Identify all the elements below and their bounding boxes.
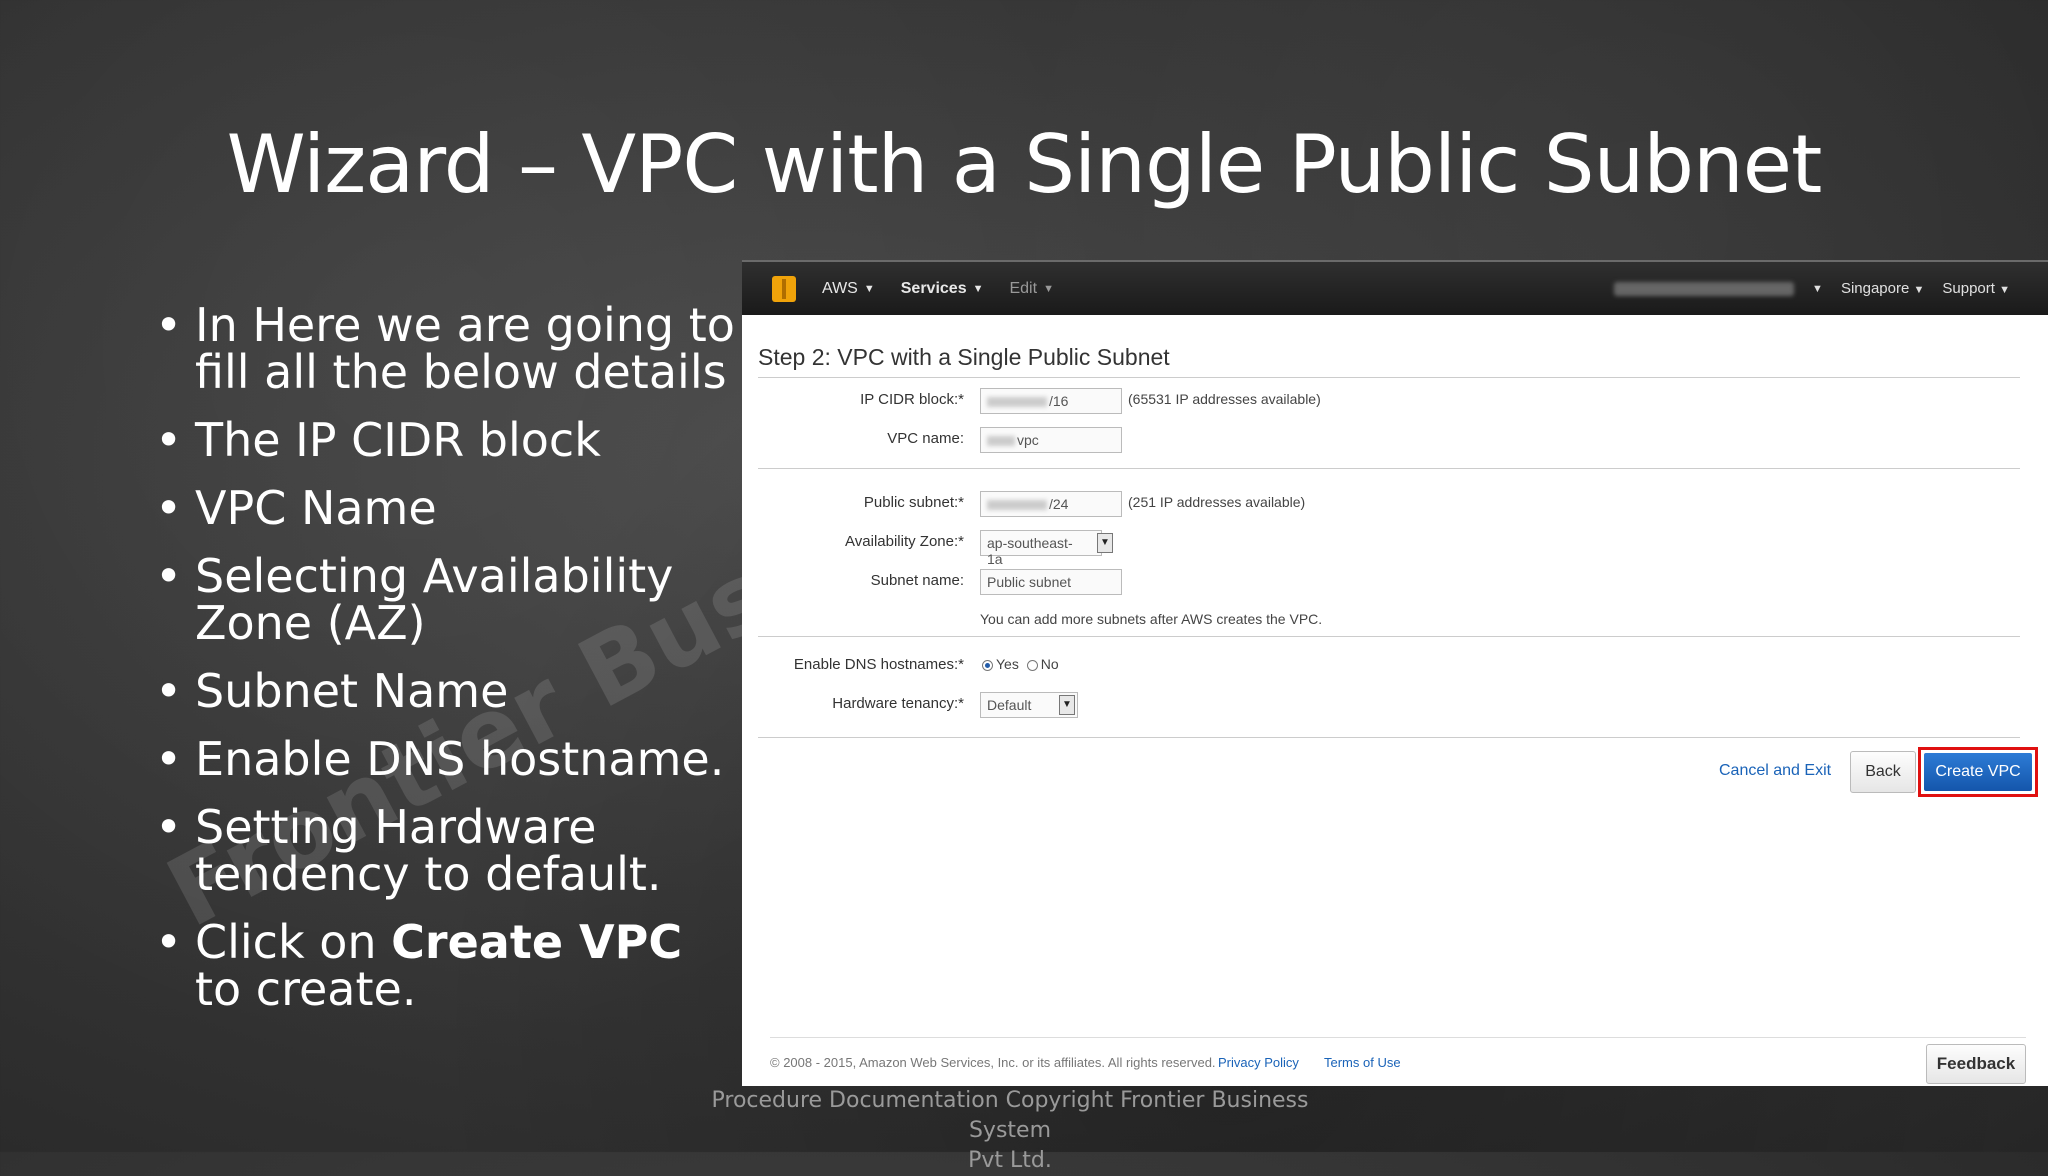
bullet-bold-text: Create VPC bbox=[391, 915, 683, 969]
blurred-value bbox=[987, 500, 1047, 511]
cidr-input[interactable]: /16 bbox=[980, 388, 1122, 414]
chevron-down-icon: ▼ bbox=[863, 282, 875, 295]
cidr-row: IP CIDR block:* /16 (65531 IP addresses … bbox=[758, 382, 2032, 421]
public-subnet-hint: (251 IP addresses available) bbox=[1128, 494, 1306, 510]
dns-no-radio[interactable] bbox=[1026, 659, 1038, 671]
subnet-name-row: Subnet name: Public subnet bbox=[758, 563, 2032, 602]
slide-footer: Procedure Documentation Copyright Fronti… bbox=[680, 1086, 1340, 1176]
vpc-name-label: VPC name: bbox=[887, 430, 964, 447]
create-vpc-button[interactable]: Create VPC bbox=[1924, 753, 2032, 791]
terms-of-use-link[interactable]: Terms of Use bbox=[1324, 1055, 1401, 1070]
bullet-item-create: Click on Create VPC to create. bbox=[155, 919, 735, 1013]
aws-cube-icon[interactable] bbox=[772, 275, 796, 302]
dns-yes-radio[interactable] bbox=[982, 659, 993, 671]
feedback-button[interactable]: Feedback bbox=[1926, 1044, 2026, 1084]
public-subnet-row: Public subnet:* /24 (251 IP addresses av… bbox=[758, 485, 2032, 524]
edit-menu-label: Edit bbox=[1009, 279, 1038, 297]
cancel-and-exit-link[interactable]: Cancel and Exit bbox=[1719, 762, 1831, 780]
bullet-item: In Here we are going to fill all the bel… bbox=[155, 302, 735, 396]
tenancy-value: Default bbox=[987, 697, 1032, 713]
region-label: Singapore bbox=[1840, 280, 1910, 297]
cidr-hint: (65531 IP addresses available) bbox=[1128, 391, 1321, 407]
account-menu-blurred[interactable] bbox=[1614, 281, 1795, 296]
bullet-item: VPC Name bbox=[155, 485, 735, 533]
tenancy-row: Hardware tenancy:* Default ▼ bbox=[758, 686, 2032, 725]
create-vpc-button-highlight: Create VPC bbox=[1918, 747, 2038, 797]
step-title: Step 2: VPC with a Single Public Subnet bbox=[758, 344, 1170, 370]
az-row: Availability Zone:* ap-southeast-1a ▼ bbox=[758, 524, 2032, 567]
dns-label: Enable DNS hostnames:* bbox=[793, 656, 964, 673]
chevron-down-icon: ▼ bbox=[1812, 282, 1823, 295]
az-label: Availability Zone:* bbox=[845, 533, 964, 550]
dns-yes-label: Yes bbox=[996, 656, 1019, 672]
public-subnet-label: Public subnet:* bbox=[863, 494, 964, 511]
wizard-content: Step 2: VPC with a Single Public Subnet … bbox=[742, 337, 2048, 808]
footer-line: Procedure Documentation Copyright Fronti… bbox=[711, 1088, 1309, 1143]
console-footer: © 2008 - 2015, Amazon Web Services, Inc.… bbox=[770, 1037, 2026, 1086]
chevron-down-icon: ▼ bbox=[972, 282, 984, 295]
subnet-note: You can add more subnets after AWS creat… bbox=[980, 611, 1323, 627]
public-subnet-input[interactable]: /24 bbox=[980, 491, 1122, 517]
region-menu[interactable]: Singapore ▼ bbox=[1841, 280, 1924, 297]
topbar-right: ▼ Singapore ▼ Support ▼ bbox=[1614, 262, 2010, 315]
public-subnet-value: /24 bbox=[1049, 496, 1069, 512]
copyright-text: © 2008 - 2015, Amazon Web Services, Inc.… bbox=[770, 1055, 1216, 1070]
services-menu-label: Services bbox=[900, 279, 967, 297]
aws-console-screenshot: AWS ▼ Services ▼ Edit ▼ ▼ Singapore ▼ Suppo… bbox=[742, 260, 2048, 1086]
privacy-policy-link[interactable]: Privacy Policy bbox=[1218, 1055, 1299, 1070]
chevron-down-icon: ▼ bbox=[1999, 284, 2010, 296]
subnet-name-label: Subnet name: bbox=[870, 572, 964, 589]
dns-no-label: No bbox=[1040, 656, 1059, 672]
dns-row: Enable DNS hostnames:* Yes No bbox=[758, 647, 2032, 686]
cidr-value: /16 bbox=[1049, 393, 1069, 409]
blurred-value bbox=[987, 436, 1015, 447]
support-menu[interactable]: Support ▼ bbox=[1942, 280, 2010, 297]
chevron-down-icon: ▼ bbox=[1043, 282, 1054, 295]
blurred-value bbox=[987, 397, 1047, 408]
tenancy-label: Hardware tenancy:* bbox=[832, 695, 964, 712]
edit-menu[interactable]: Edit ▼ bbox=[1009, 280, 1053, 298]
wizard-actions: Cancel and Exit Back Create VPC bbox=[758, 738, 2038, 808]
bullet-text: to create. bbox=[195, 962, 417, 1016]
subnet-name-input[interactable]: Public subnet bbox=[980, 569, 1122, 595]
slide-title: Wizard – VPC with a Single Public Subnet bbox=[226, 118, 1823, 211]
chevron-down-icon[interactable]: ▼ bbox=[1097, 533, 1113, 553]
footer-line: Pvt Ltd. bbox=[968, 1148, 1052, 1173]
cidr-label: IP CIDR block:* bbox=[860, 391, 964, 408]
dns-radio-group: Yes No bbox=[982, 656, 1059, 672]
vpc-name-value: vpc bbox=[1017, 432, 1039, 448]
aws-menu[interactable]: AWS ▼ bbox=[822, 280, 875, 298]
aws-menu-label: AWS bbox=[822, 279, 858, 297]
vpc-name-row: VPC name: vpc bbox=[758, 421, 2032, 460]
aws-topbar: AWS ▼ Services ▼ Edit ▼ ▼ Singapore ▼ Suppo… bbox=[742, 260, 2048, 315]
chevron-down-icon: ▼ bbox=[1913, 284, 1925, 296]
vpc-name-input[interactable]: vpc bbox=[980, 427, 1122, 453]
services-menu[interactable]: Services ▼ bbox=[901, 280, 984, 298]
bullet-item: The IP CIDR block bbox=[155, 417, 735, 465]
chevron-down-icon[interactable]: ▼ bbox=[1059, 695, 1075, 715]
back-button[interactable]: Back bbox=[1850, 751, 1916, 793]
tenancy-select[interactable]: Default ▼ bbox=[980, 692, 1078, 718]
az-select[interactable]: ap-southeast-1a ▼ bbox=[980, 530, 1113, 567]
subnet-note-row: You can add more subnets after AWS creat… bbox=[758, 602, 2032, 636]
support-label: Support bbox=[1942, 280, 1995, 297]
subnet-name-value: Public subnet bbox=[987, 574, 1072, 590]
